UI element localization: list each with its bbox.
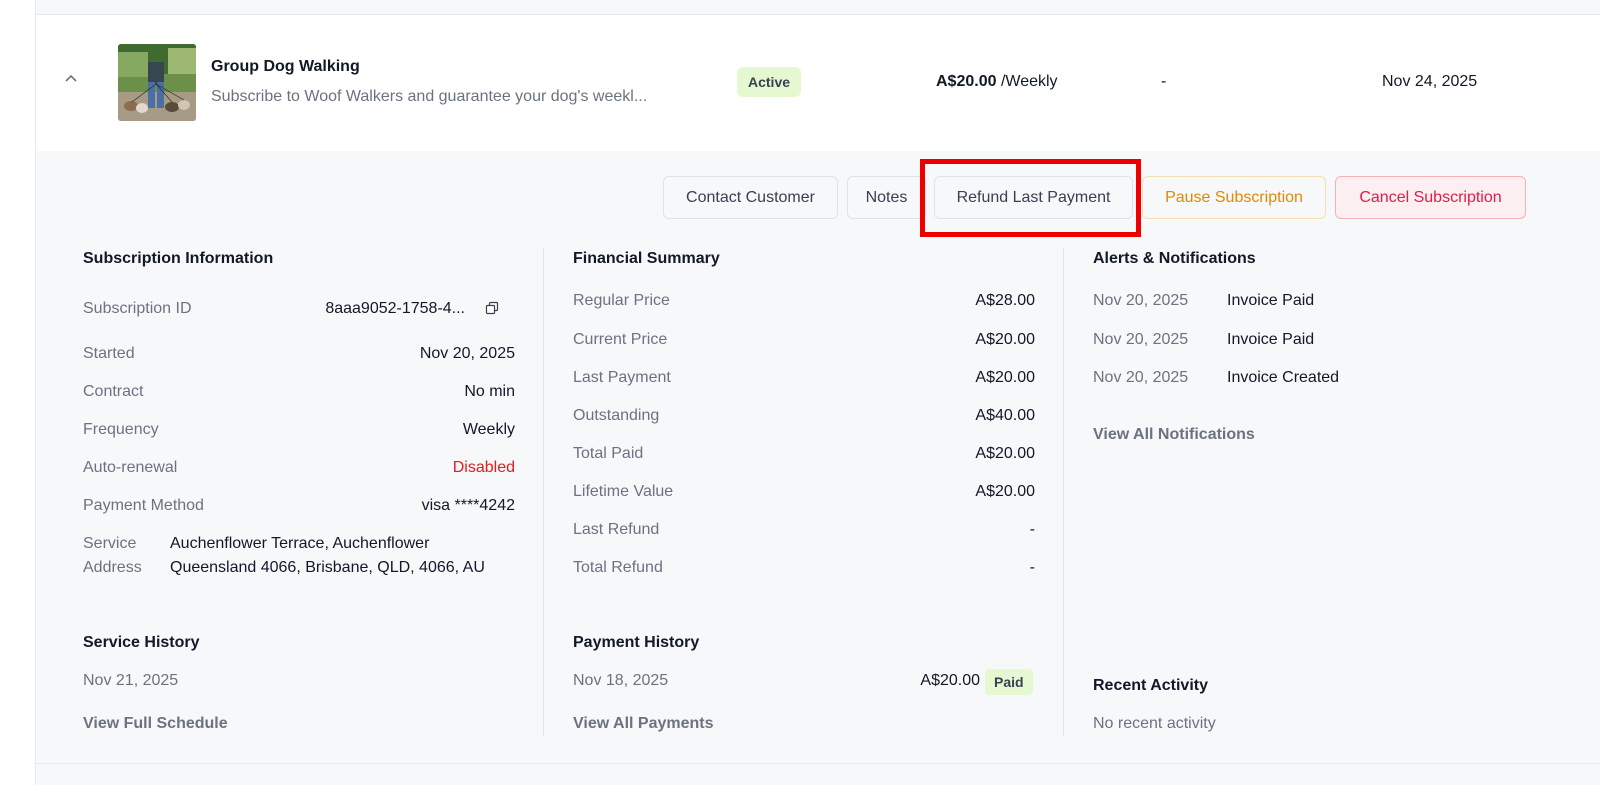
payment-method-label: Payment Method: [83, 497, 204, 514]
financial-summary-title: Financial Summary: [573, 250, 720, 267]
last-payment-label: Last Payment: [573, 369, 671, 386]
subscription-details-panel: [35, 151, 1600, 785]
alert-date: Nov 20, 2025: [1093, 292, 1189, 309]
total-paid-label: Total Paid: [573, 445, 644, 462]
total-refund-value: -: [1029, 559, 1035, 576]
total-paid-value: A$20.00: [975, 445, 1035, 462]
service-address-label-line1: Service: [83, 535, 137, 552]
price-period: /Weekly: [996, 73, 1058, 90]
lifetime-value-value: A$20.00: [975, 483, 1035, 500]
alerts-title: Alerts & Notifications: [1093, 250, 1256, 267]
view-full-schedule-link[interactable]: View Full Schedule: [83, 715, 228, 733]
payment-history-title: Payment History: [573, 634, 700, 651]
cancel-subscription-button[interactable]: Cancel Subscription: [1335, 176, 1526, 219]
previous-row-bottom: [35, 0, 1600, 15]
status-badge: Active: [737, 67, 802, 97]
regular-price-value: A$28.00: [975, 292, 1035, 309]
chevron-up-icon[interactable]: [62, 70, 80, 88]
subscription-price: A$20.00 /Weekly: [936, 73, 1058, 91]
refund-last-payment-button[interactable]: Refund Last Payment: [934, 176, 1133, 219]
payment-method-value: visa ****4242: [421, 497, 515, 514]
contract-value: No min: [464, 383, 515, 400]
next-billing-date: Nov 24, 2025: [1382, 73, 1478, 90]
notes-button[interactable]: Notes: [847, 176, 926, 219]
view-all-notifications-link[interactable]: View All Notifications: [1093, 426, 1255, 444]
outstanding-label: Outstanding: [573, 407, 660, 424]
frequency-value: Weekly: [462, 421, 515, 438]
service-address-value: Auchenflower Terrace, Auchenflower Queen…: [170, 535, 485, 576]
alert-text: Invoice Created: [1227, 369, 1340, 386]
frequency-label: Frequency: [83, 421, 159, 438]
alert-text: Invoice Paid: [1227, 331, 1315, 348]
dog-walking-thumbnail: [118, 44, 196, 121]
started-label: Started: [83, 345, 135, 362]
payment-history-amount: A$20.00: [920, 672, 980, 689]
auto-renewal-value: Disabled: [452, 459, 515, 476]
price-amount: A$20.00: [936, 73, 997, 90]
last-refund-label: Last Refund: [573, 521, 660, 538]
column-divider: [543, 248, 544, 736]
view-all-payments-link[interactable]: View All Payments: [573, 715, 714, 733]
recent-activity-empty: No recent activity: [1093, 715, 1216, 732]
current-price-label: Current Price: [573, 331, 668, 348]
auto-renewal-label: Auto-renewal: [83, 459, 178, 476]
alert-date: Nov 20, 2025: [1093, 369, 1189, 386]
copy-icon[interactable]: [485, 301, 499, 315]
current-price-value: A$20.00: [975, 331, 1035, 348]
subscription-row[interactable]: Group Dog Walking Subscribe to Woof Walk…: [35, 15, 1600, 151]
divider: [35, 763, 1600, 764]
recent-activity-title: Recent Activity: [1093, 677, 1208, 694]
alert-text: Invoice Paid: [1227, 292, 1315, 309]
service-address-label-line2: Address: [83, 559, 142, 576]
payment-history-date: Nov 18, 2025: [573, 672, 669, 689]
regular-price-label: Regular Price: [573, 292, 670, 309]
subscription-info-title: Subscription Information: [83, 250, 274, 267]
last-payment-value: A$20.00: [975, 369, 1035, 386]
product-description: Subscribe to Woof Walkers and guarantee …: [211, 88, 648, 105]
subscription-id-label: Subscription ID: [83, 300, 192, 317]
outstanding-value: A$40.00: [975, 407, 1035, 424]
empty-column-value: -: [1161, 73, 1167, 90]
total-refund-label: Total Refund: [573, 559, 663, 576]
lifetime-value-label: Lifetime Value: [573, 483, 674, 500]
contract-label: Contract: [83, 383, 144, 400]
service-history-date: Nov 21, 2025: [83, 672, 179, 689]
pause-subscription-button[interactable]: Pause Subscription: [1142, 176, 1326, 219]
contact-customer-button[interactable]: Contact Customer: [663, 176, 838, 219]
product-title: Group Dog Walking: [211, 58, 360, 75]
alert-date: Nov 20, 2025: [1093, 331, 1189, 348]
service-history-title: Service History: [83, 634, 200, 651]
subscription-id-value: 8aaa9052-1758-4...: [325, 300, 465, 317]
last-refund-value: -: [1029, 521, 1035, 538]
paid-badge: Paid: [985, 669, 1033, 695]
column-divider: [1063, 248, 1064, 736]
started-value: Nov 20, 2025: [419, 345, 515, 362]
